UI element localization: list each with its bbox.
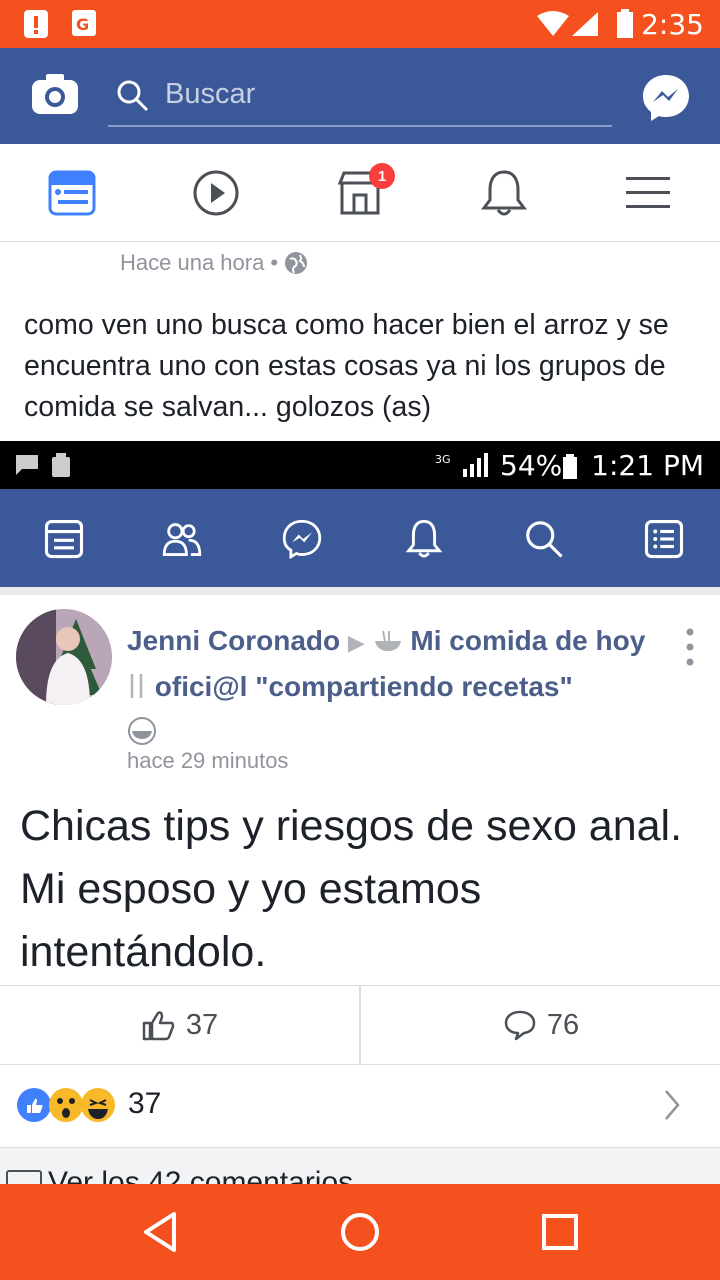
reaction-count: 37: [128, 1087, 162, 1120]
list-icon: [644, 519, 684, 559]
group-emoji-icon: [128, 717, 156, 745]
camera-icon[interactable]: [30, 72, 80, 116]
view-comments-link[interactable]: Ver los 42 comentarios: [48, 1166, 353, 1186]
search-icon: [526, 521, 563, 558]
network-type: 3G: [435, 453, 451, 466]
system-nav-bar: [0, 1184, 720, 1280]
post-author-line: Jenni Coronado ▶ Mi comida de hoy ofici@…: [127, 619, 667, 753]
post-separator: •: [270, 250, 279, 275]
alert-icon: [24, 10, 48, 38]
comment-icon: [504, 1010, 536, 1041]
wifi-icon: [537, 11, 569, 36]
reactions-row[interactable]: 37: [0, 1067, 720, 1147]
signal-icon: [572, 12, 598, 36]
home-icon[interactable]: [336, 1208, 384, 1256]
tab-marketplace[interactable]: 1: [288, 144, 432, 242]
friends-icon: [162, 523, 202, 556]
embedded-post-text: Chicas tips y riesgos de sexo anal. Mi e…: [20, 802, 683, 976]
post-image[interactable]: 3G 54% 1:21 PM Jenni Coronado ▶ Mi comid…: [0, 441, 720, 1186]
utensils-icon: [130, 674, 143, 698]
profile-photo: [16, 609, 112, 705]
embedded-divider: [0, 587, 720, 595]
search-icon: [117, 80, 149, 112]
bell-icon: [405, 519, 443, 558]
news-feed-icon: [44, 519, 84, 559]
svg-text:1: 1: [378, 168, 386, 185]
view-comments-bar[interactable]: Ver los 42 comentarios: [0, 1147, 720, 1186]
tab-notifications[interactable]: [432, 144, 576, 242]
embedded-status-bar: 3G 54% 1:21 PM: [0, 441, 720, 489]
post-time-text: Hace una hora: [120, 250, 265, 275]
author-name[interactable]: Jenni Coronado: [127, 625, 340, 656]
tab-news-feed[interactable]: [0, 144, 144, 242]
app-header: Buscar: [0, 48, 720, 144]
comment-count: 76: [546, 1008, 580, 1041]
bell-icon: [481, 170, 527, 216]
notification-badge: 1: [369, 163, 395, 189]
hamburger-icon: [626, 177, 670, 208]
group-name[interactable]: Mi comida de hoy: [410, 625, 645, 656]
search-underline: [108, 125, 612, 127]
network-signal-icon: 3G: [435, 453, 488, 477]
chat-notification-icon: [16, 455, 38, 475]
more-options-icon[interactable]: [683, 627, 697, 667]
battery-icon: [617, 9, 633, 38]
nav-tabs: 1: [0, 144, 720, 242]
messenger-icon: [282, 519, 322, 559]
recycle-icon: [52, 453, 70, 477]
thumbs-up-icon: [142, 1011, 175, 1041]
embedded-status-time: 1:21 PM: [591, 449, 704, 482]
news-feed-icon: [48, 170, 96, 216]
messenger-icon[interactable]: [640, 72, 692, 124]
embedded-nav-bar: [0, 489, 720, 587]
embedded-post-card: Jenni Coronado ▶ Mi comida de hoy ofici@…: [0, 595, 720, 1186]
post-timestamp: Hace una hora •: [120, 250, 308, 276]
svg-text:G: G: [76, 15, 89, 34]
like-button[interactable]: 37: [0, 986, 360, 1064]
like-count: 37: [185, 1008, 219, 1041]
maps-notification-icon: G: [72, 10, 96, 36]
tab-video[interactable]: [144, 144, 288, 242]
globe-icon: [285, 252, 308, 274]
share-arrow: ▶: [347, 630, 365, 655]
comment-button[interactable]: 76: [361, 986, 720, 1064]
tab-menu[interactable]: [576, 144, 720, 242]
embedded-battery-icon: [563, 454, 577, 479]
avatar: [16, 609, 112, 705]
back-icon[interactable]: [138, 1208, 186, 1256]
search-input[interactable]: Buscar: [165, 78, 255, 111]
chevron-right-icon: [665, 1090, 680, 1120]
post-text: como ven uno busca como hacer bien el ar…: [24, 309, 669, 423]
group-name-suffix[interactable]: ofici@l "compartiendo recetas": [155, 671, 573, 702]
recents-icon[interactable]: [536, 1208, 584, 1256]
noodle-bowl-icon: [374, 630, 401, 651]
play-icon: [193, 170, 239, 216]
status-bar: G 2:35: [0, 0, 720, 48]
status-time: 2:35: [641, 8, 704, 41]
embedded-battery-text: 54%: [500, 449, 563, 482]
embedded-post-time: hace 29 minutos: [127, 748, 289, 773]
post-actions: 37 76: [0, 985, 720, 1065]
reaction-icons: [17, 1088, 115, 1122]
